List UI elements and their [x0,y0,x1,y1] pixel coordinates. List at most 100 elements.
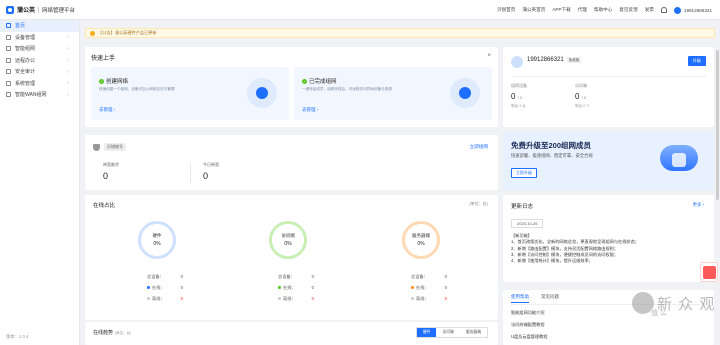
brand[interactable]: 蒲公英 网络管理平台 [0,5,84,14]
account-tag: 贝锐账号 [104,143,126,151]
ring-stats: 总设备： 0 在线： 0 离线： 0 [147,274,183,301]
brand-name: 蒲公英 [17,8,36,14]
wan-icon [6,92,11,98]
top-bar: 蒲公英 网络管理平台 贝锐首页 蒲公英首页 APP下载 代理 帮助中心 意见反馈… [0,0,720,20]
chevron-right-icon: › [67,68,69,75]
topnav-link[interactable]: 意见反馈 [619,7,637,13]
sidebar-item-label: 首页 [15,23,26,30]
brand-subtitle: 网络管理平台 [42,7,76,14]
sidebar-item-network[interactable]: 智能组网 › [0,43,79,55]
topnav-link[interactable]: APP下载 [552,7,570,13]
watermark: 新 众 观 [632,292,715,314]
segment-control: 硬件 访问端 服务器端 [415,327,488,338]
shield-icon [93,143,100,151]
segment-hardware[interactable]: 硬件 [416,328,437,337]
chevron-right-icon: › [67,45,69,52]
bell-icon[interactable] [660,7,667,13]
help-link[interactable]: 智能组网功能介绍 [511,310,545,316]
warning-icon [90,30,95,36]
promo-title: 免费升级至200组网成员 [511,141,592,150]
user-phone: 19912866321 [683,7,712,13]
bandwidth-header: 贝锐账号 [93,143,126,151]
changelog-date: 2023-10-26 [511,219,544,228]
ring-chart: 硬件 0% [138,221,176,259]
sidebar-item-devices[interactable]: 设备管理 › [0,32,79,44]
quick-box-create[interactable]: ✓ 创建网络 快速创建一个组网，设备可加入网络互访与管理 去管理 › [91,67,289,120]
sidebar: 首页 设备管理 › 智能组网 › 远程办公 › 安全审计 › 系统管理 › 智能WAN组网… [0,20,80,345]
scrollbar-thumb[interactable] [716,50,719,200]
divider [190,163,191,183]
sidebar-item-label: 智能组网 [15,46,36,53]
bandwidth-stat: 带宽剩余 0 [103,162,119,181]
help-link[interactable]: U盘及云盘管理教程 [511,334,548,340]
sidebar-item-home[interactable]: 首页 [0,20,79,32]
shield-icon [6,69,11,75]
help-tabs: 使用帮助 常见问题 [511,294,559,303]
topnav-link[interactable]: 发票 [645,7,654,13]
quick-box-join[interactable]: ✓ 已完成组网 一键添加成员，组网完成后，可远程访问异地设备与资源 去管理 › [294,67,492,120]
logo-icon [6,5,14,14]
sidebar-item-label: 设备管理 [15,34,36,41]
tab-help[interactable]: 使用帮助 [511,294,529,303]
sidebar-item-system[interactable]: 系统管理 › [0,78,79,90]
topnav-link[interactable]: 代理 [578,7,587,13]
chevron-right-icon: › [67,91,69,98]
promo-desc: 快速部署、极速组网、稳定可靠、安全合规 [511,153,593,158]
topnav-link[interactable]: 帮助中心 [594,7,612,13]
avatar [673,6,681,14]
check-icon: ✓ [302,78,307,84]
topnav-link[interactable]: 蒲公英首页 [522,7,545,13]
divider [38,6,40,13]
ring-stats: 总设备： 0 在线： 0 离线： 0 [278,274,314,301]
topnav-link[interactable]: 贝锐首页 [497,7,515,13]
tab-faq[interactable]: 常见问题 [541,294,559,303]
gift-badge-icon[interactable] [700,262,718,282]
remote-icon [6,57,11,63]
quick-box-link[interactable]: 去管理 › [302,107,318,113]
card-title: 在线趋势 (单位：台) [93,330,132,336]
sidebar-item-label: 智能WAN组网 [15,92,47,99]
home-icon [6,23,11,29]
sidebar-item-security[interactable]: 安全审计 › [0,66,79,78]
quick-box-link[interactable]: 去管理 › [99,107,115,113]
user-menu[interactable]: 19912866321 [673,6,712,14]
sidebar-item-remote[interactable]: 远程办公 › [0,55,79,67]
upgrade-button[interactable]: 升级 [687,56,706,66]
avatar [511,56,523,68]
device-icon [6,34,11,40]
notice-bar[interactable]: 【公告】蒲公英硬件产品已更新 [85,28,715,38]
upgrade-promo-banner[interactable]: 免费升级至200组网成员 快速部署、极速组网、稳定可靠、安全合规 立即升级 [503,132,714,190]
chevron-right-icon: › [67,80,69,87]
version-text: 版本：1.0.4 [6,334,29,339]
ring-stats: 总设备： 0 在线： 0 离线： 0 [411,274,447,301]
profile-phone: 19912866321 免费版 [527,57,582,63]
watermark-sub: 值 么 [651,310,667,317]
sidebar-item-wan[interactable]: 智能WAN组网 › [0,89,79,101]
bandwidth-card: 贝锐账号 立即组网 带宽剩余 0 今日带宽 0 [85,135,498,190]
sidebar-item-label: 远程办公 [15,57,36,64]
quick-box-title: ✓ 已完成组网 [302,78,337,85]
chevron-right-icon: › [67,34,69,41]
help-link[interactable]: 访问终端配置教程 [511,322,545,328]
online-ratio-card: 在线占比 (单位：台) 硬件 0% 总设备： 0 在线： 0 离线： 0 访问端 0%… [85,195,498,320]
create-network-link[interactable]: 立即组网 [470,144,488,150]
cloud-illustration-icon [654,137,704,182]
card-title: 更新日志 [511,204,534,210]
segment-client[interactable]: 访问端 [436,328,459,337]
close-icon[interactable]: × [487,53,491,59]
promo-upgrade-button[interactable]: 立即升级 [511,168,537,178]
profile-card: 19912866321 免费版 升级 组网设备 0 / 3 剩余 3 台 访问端 … [503,47,714,127]
user-illustration-icon [450,78,480,108]
network-illustration-icon [247,78,277,108]
sidebar-item-label: 安全审计 [15,69,36,76]
segment-server[interactable]: 服务器端 [460,328,487,337]
check-icon: ✓ [99,78,104,84]
scrollbar[interactable] [715,20,720,345]
changelog-card: 更新日志 更多 › 2023-10-26 【新功能】 1、首页改版优化，全新的网… [503,195,714,282]
ring-chart: 服务器端 0% [402,221,440,259]
chevron-right-icon: › [67,57,69,64]
plan-badge: 免费版 [566,57,582,63]
quick-box-desc: 快速创建一个组网，设备可加入网络互访与管理 [99,87,175,91]
more-link[interactable]: 更多 › [693,202,704,208]
gear-icon [6,80,11,86]
